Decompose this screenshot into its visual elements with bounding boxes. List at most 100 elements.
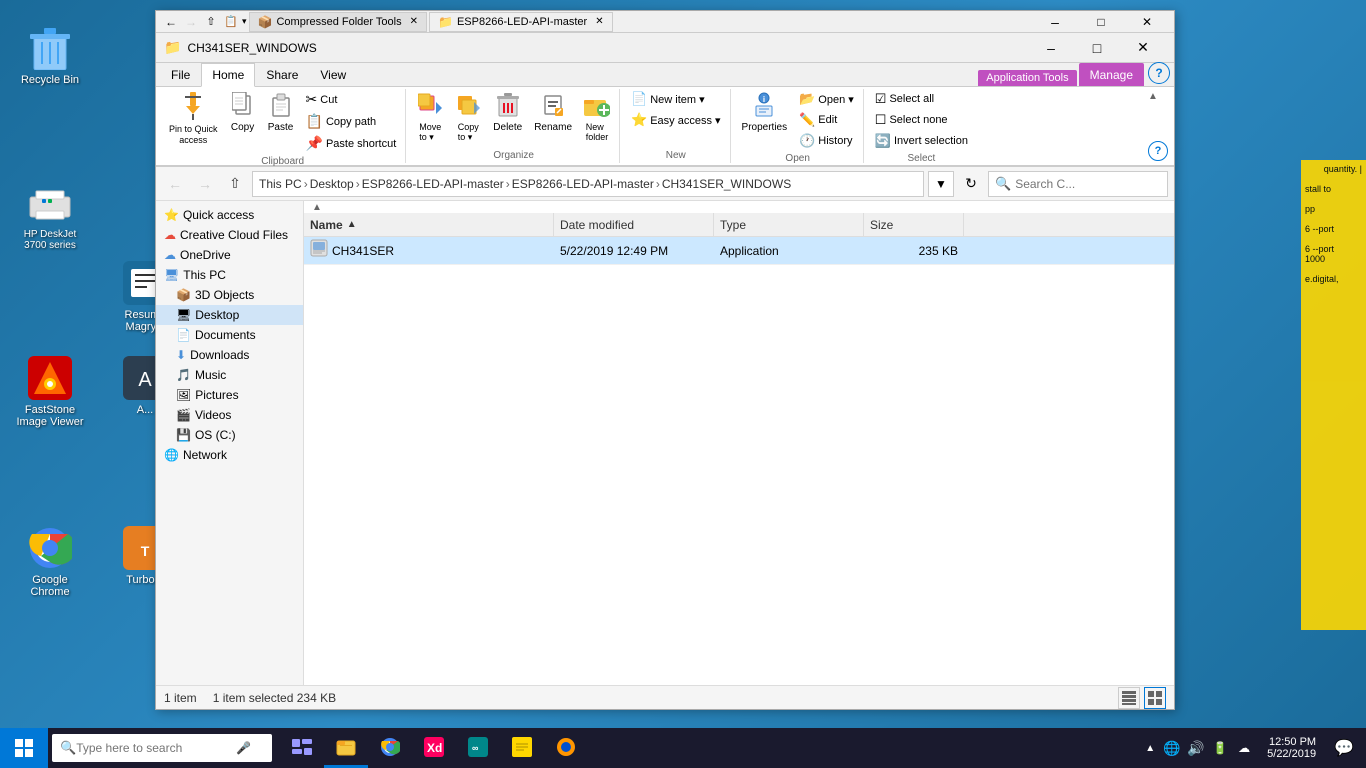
delete-btn[interactable]: Delete	[488, 89, 527, 136]
start-button[interactable]	[0, 728, 48, 768]
back-btn[interactable]: ←	[162, 171, 188, 197]
taskbar-search-box[interactable]: 🔍 🎤	[52, 734, 272, 762]
sidebar-item-os-c[interactable]: 💾 OS (C:)	[156, 425, 303, 445]
col-type[interactable]: Type	[714, 213, 864, 236]
invert-selection-btn[interactable]: 🔄 Invert selection	[870, 131, 973, 151]
desktop-icon-chrome[interactable]: Google Chrome	[10, 520, 90, 602]
taskbar-xd[interactable]: Xd	[412, 728, 456, 768]
sidebar-item-network[interactable]: 🌐 Network	[156, 445, 303, 465]
qa-up-icon[interactable]: ⇧	[202, 13, 220, 31]
taskbar-chrome[interactable]	[368, 728, 412, 768]
window-tab-compressed-close[interactable]: ✕	[410, 16, 418, 27]
tab-file[interactable]: File	[160, 63, 201, 86]
window-tab-esp[interactable]: 📁 ESP8266-LED-API-master ✕	[429, 12, 613, 32]
paste-btn[interactable]: Paste	[263, 89, 299, 136]
desktop-icon-recycle-bin[interactable]: Recycle Bin	[10, 20, 90, 90]
taskbar-file-explorer[interactable]	[324, 728, 368, 768]
forward-btn[interactable]: →	[192, 171, 218, 197]
select-all-btn[interactable]: ☑ Select all	[870, 89, 973, 109]
videos-icon: 🎬	[176, 408, 191, 422]
sidebar-item-onedrive[interactable]: ☁ OneDrive	[156, 245, 303, 265]
sidebar-item-creative-cloud[interactable]: ☁ Creative Cloud Files	[156, 225, 303, 245]
paste-shortcut-btn[interactable]: 📌 Paste shortcut	[301, 133, 402, 154]
desktop-icon-faststone[interactable]: FastStone Image Viewer	[10, 350, 90, 432]
window-tab-compressed[interactable]: 📦 Compressed Folder Tools ✕	[249, 12, 427, 32]
select-none-btn[interactable]: ☐ Select none	[870, 110, 973, 130]
maximize-btn[interactable]: □	[1078, 11, 1124, 33]
creative-cloud-icon: ☁	[164, 228, 176, 242]
rename-btn[interactable]: Rename	[529, 89, 577, 136]
select-none-icon: ☐	[875, 112, 887, 128]
open-btn[interactable]: 📂 Open ▾	[794, 89, 859, 109]
tab-manage[interactable]: Manage	[1079, 63, 1144, 86]
maximize-btn2[interactable]: □	[1074, 33, 1120, 63]
sidebar-item-music[interactable]: 🎵 Music	[156, 365, 303, 385]
notification-btn[interactable]: 💬	[1330, 738, 1358, 758]
help-button[interactable]: ?	[1148, 62, 1170, 84]
move-to-btn[interactable]: Moveto ▾	[412, 89, 448, 146]
search-input[interactable]	[1015, 177, 1135, 191]
col-name[interactable]: Name ▲	[304, 213, 554, 236]
refresh-btn[interactable]: ↻	[958, 171, 984, 197]
qa-clipboard-icon[interactable]: 📋	[222, 13, 240, 31]
tab-view[interactable]: View	[309, 63, 357, 86]
tray-volume-icon[interactable]: 🔊	[1187, 739, 1205, 757]
minimize-btn[interactable]: –	[1032, 11, 1078, 33]
ribbon-expand-btn[interactable]: ▲	[1148, 91, 1168, 102]
sidebar-item-this-pc[interactable]: 🖥 This PC	[156, 265, 303, 285]
pin-to-quick-access-btn[interactable]: Pin to Quickaccess	[164, 89, 223, 149]
new-folder-btn[interactable]: Newfolder	[579, 89, 615, 145]
copy-path-btn[interactable]: 📋 Copy path	[301, 111, 402, 132]
qa-dropdown-icon[interactable]: ▾	[242, 16, 247, 27]
tray-expand-btn[interactable]: ▲	[1143, 743, 1157, 754]
copy-btn[interactable]: Copy	[225, 89, 261, 136]
details-view-btn[interactable]	[1118, 687, 1140, 709]
col-type-label: Type	[720, 218, 746, 232]
tiles-view-btn[interactable]	[1144, 687, 1166, 709]
history-btn[interactable]: 🕐 History	[794, 131, 859, 151]
close-btn2[interactable]: ✕	[1120, 33, 1166, 63]
copy-to-btn[interactable]: Copyto ▾	[450, 89, 486, 146]
new-item-btn[interactable]: 📄 New item ▾	[626, 89, 726, 109]
qa-forward-icon[interactable]: →	[182, 13, 200, 31]
taskbar-firefox[interactable]	[544, 728, 588, 768]
taskbar-arduino[interactable]: ∞	[456, 728, 500, 768]
sidebar-item-quick-access[interactable]: ⭐ Quick access	[156, 205, 303, 225]
address-expand-btn[interactable]: ▼	[928, 171, 954, 197]
tray-cloud-icon[interactable]: ☁	[1235, 739, 1253, 757]
sidebar-item-downloads[interactable]: ⬇ Downloads	[156, 345, 303, 365]
window-tab-esp-close[interactable]: ✕	[595, 16, 603, 27]
sidebar-item-pictures[interactable]: 🖼 Pictures	[156, 385, 303, 405]
taskbar-sticky[interactable]	[500, 728, 544, 768]
help-ribbon-btn[interactable]: ?	[1148, 141, 1168, 161]
desktop-icon-hp-printer[interactable]: HP DeskJet 3700 series	[10, 175, 90, 255]
close-btn[interactable]: ✕	[1124, 11, 1170, 33]
sidebar-item-videos[interactable]: 🎬 Videos	[156, 405, 303, 425]
edit-btn[interactable]: ✏️ Edit	[794, 110, 859, 130]
properties-btn[interactable]: i Properties	[737, 89, 793, 136]
col-date[interactable]: Date modified	[554, 213, 714, 236]
qa-back-icon[interactable]: ←	[162, 13, 180, 31]
tray-time[interactable]: 12:50 PM 5/22/2019	[1259, 736, 1324, 760]
tab-application-tools[interactable]: Application Tools	[978, 70, 1076, 86]
minimize-btn2[interactable]: –	[1028, 33, 1074, 63]
table-row[interactable]: CH341SER 5/22/2019 12:49 PM Application …	[304, 237, 1174, 265]
easy-access-btn[interactable]: ⭐ Easy access ▾	[626, 110, 726, 130]
tray-network-icon[interactable]: 🌐	[1163, 739, 1181, 757]
sidebar-item-3d-objects[interactable]: 📦 3D Objects	[156, 285, 303, 305]
cut-btn[interactable]: ✂ Cut	[301, 89, 402, 110]
copy-path-label: Copy path	[326, 116, 376, 128]
sidebar-item-desktop[interactable]: 🖥 Desktop	[156, 305, 303, 325]
up-btn[interactable]: ⇧	[222, 171, 248, 197]
address-path[interactable]: This PC › Desktop › ESP8266-LED-API-mast…	[252, 171, 924, 197]
taskbar-search-input[interactable]	[76, 741, 236, 755]
new-folder-label: Newfolder	[586, 122, 609, 142]
task-view-btn[interactable]	[280, 728, 324, 768]
tab-home[interactable]: Home	[201, 63, 255, 87]
tab-share[interactable]: Share	[255, 63, 309, 86]
tray-battery-icon[interactable]: 🔋	[1211, 739, 1229, 757]
sidebar-item-documents[interactable]: 📄 Documents	[156, 325, 303, 345]
properties-label: Properties	[742, 122, 788, 133]
file-date: 5/22/2019 12:49 PM	[560, 244, 668, 258]
col-size[interactable]: Size	[864, 213, 964, 236]
